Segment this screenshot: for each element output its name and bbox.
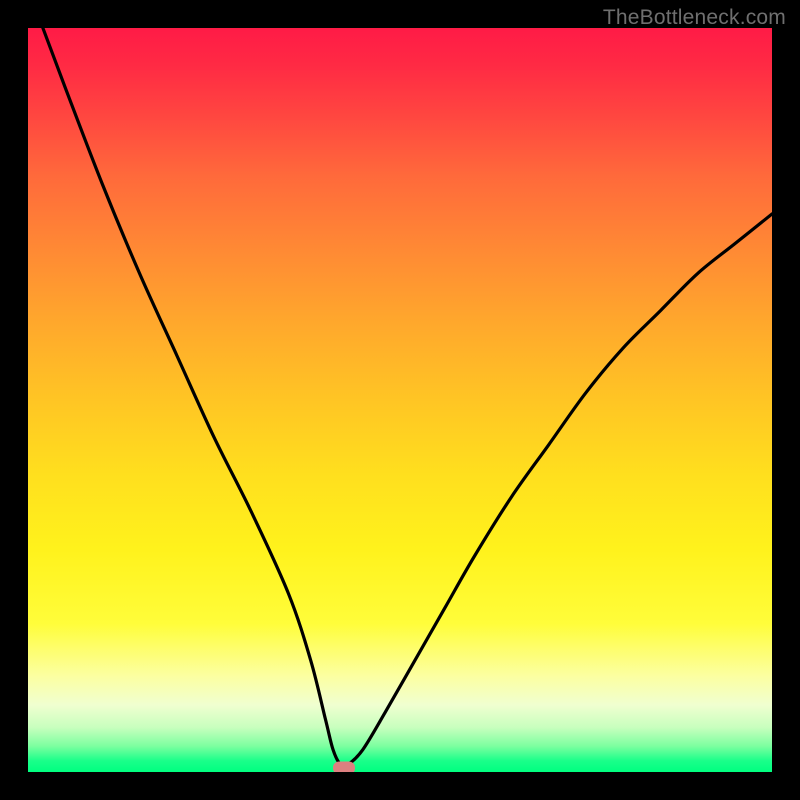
optimal-point-marker [333,762,355,772]
plot-area [28,28,772,772]
watermark-text: TheBottleneck.com [603,6,786,30]
chart-frame: TheBottleneck.com [0,0,800,800]
bottleneck-curve [28,28,772,772]
